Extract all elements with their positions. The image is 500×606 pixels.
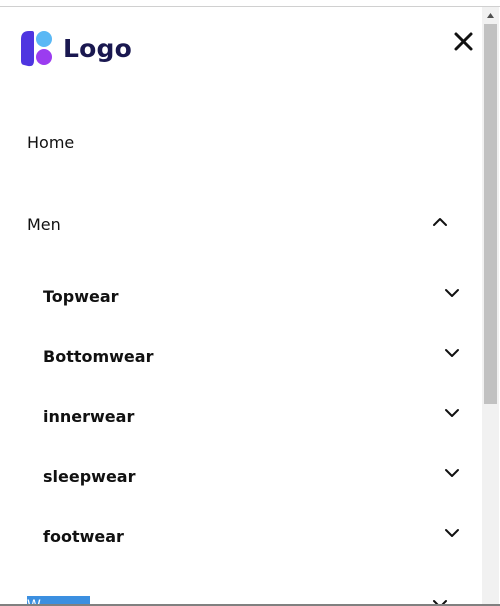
brand-logo[interactable]: Logo (18, 26, 132, 70)
scrollbar-thumb[interactable] (484, 24, 497, 404)
chevron-down-icon[interactable] (444, 528, 460, 538)
nav-item-men[interactable]: Men (27, 215, 61, 234)
window-top-edge (0, 0, 500, 7)
nav-item-home[interactable]: Home (27, 133, 74, 152)
chevron-down-icon[interactable] (444, 348, 460, 358)
mobile-nav-panel: Logo Home Men Topwear Bottomwear innerwe… (0, 7, 482, 604)
scroll-up-arrow-icon[interactable] (482, 7, 499, 24)
close-menu-button[interactable] (451, 29, 477, 55)
nav-subitem-topwear[interactable]: Topwear (43, 287, 119, 306)
close-icon (454, 32, 473, 51)
chevron-down-icon[interactable] (444, 288, 460, 298)
nav-subitem-innerwear[interactable]: innerwear (43, 407, 134, 426)
nav-item-partial-highlighted[interactable]: W (27, 596, 90, 604)
nav-subitem-sleepwear[interactable]: sleepwear (43, 467, 135, 486)
chevron-down-icon[interactable] (444, 408, 460, 418)
nav-subitem-bottomwear[interactable]: Bottomwear (43, 347, 153, 366)
chevron-up-icon[interactable] (432, 217, 448, 227)
chevron-down-icon[interactable] (444, 468, 460, 478)
logo-text: Logo (63, 33, 132, 63)
logo-mark-icon (21, 31, 52, 67)
nav-subitem-footwear[interactable]: footwear (43, 527, 124, 546)
vertical-scrollbar[interactable] (482, 7, 499, 604)
